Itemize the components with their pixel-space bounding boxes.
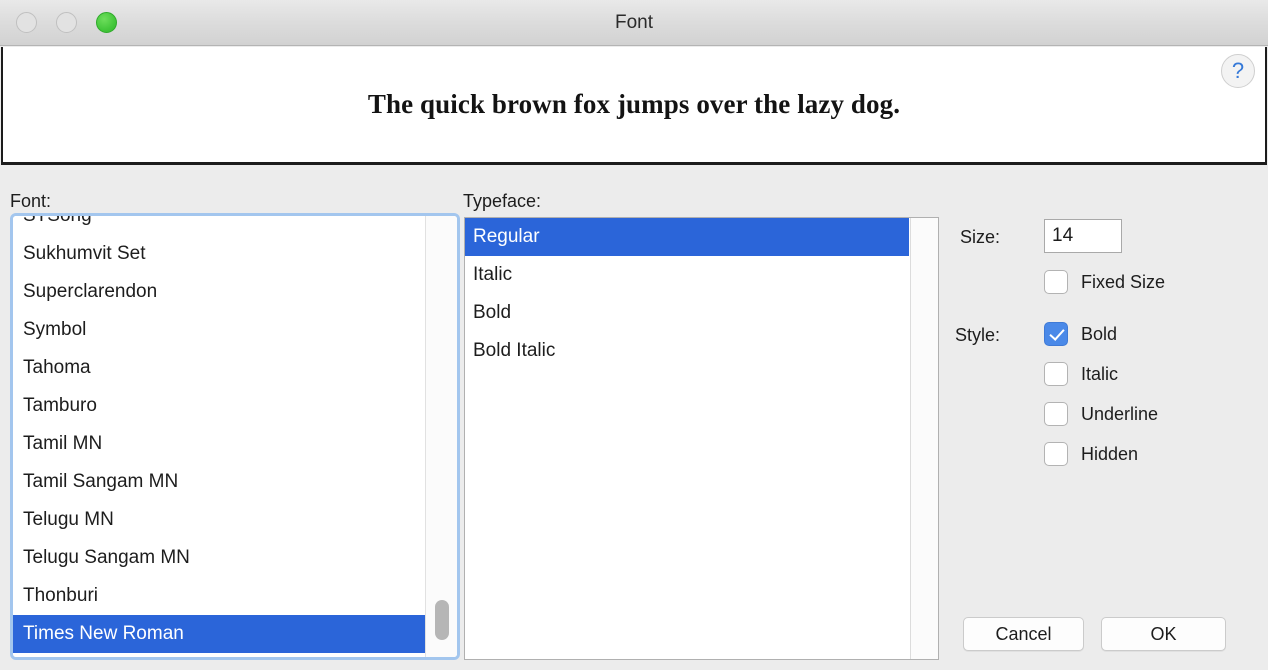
- font-list-item[interactable]: Tamburo: [13, 387, 425, 425]
- typeface-list-items: Regular Italic Bold Bold Italic: [465, 218, 909, 370]
- help-icon[interactable]: ?: [1221, 54, 1255, 88]
- font-list-item[interactable]: STSong: [13, 216, 425, 235]
- cancel-button[interactable]: Cancel: [963, 617, 1084, 651]
- font-list-scrollbar[interactable]: [425, 216, 457, 657]
- font-list-item[interactable]: Tahoma: [13, 349, 425, 387]
- font-dialog-window: Font The quick brown fox jumps over the …: [0, 0, 1268, 670]
- typeface-list-item[interactable]: Bold: [465, 294, 909, 332]
- font-list-item[interactable]: Times New Roman: [13, 615, 425, 653]
- font-list-item[interactable]: Superclarendon: [13, 273, 425, 311]
- typeface-list-scrollbar[interactable]: [910, 218, 938, 659]
- fixed-size-checkbox-row[interactable]: Fixed Size: [1044, 270, 1165, 294]
- typeface-list-label: Typeface:: [463, 191, 542, 211]
- bold-label: Bold: [1081, 323, 1118, 344]
- font-list-label: Font:: [10, 191, 52, 211]
- bold-checkbox[interactable]: [1044, 322, 1068, 346]
- style-italic-row[interactable]: Italic: [1044, 362, 1118, 386]
- hidden-label: Hidden: [1081, 443, 1139, 464]
- style-underline-row[interactable]: Underline: [1044, 402, 1158, 426]
- hidden-checkbox[interactable]: [1044, 442, 1068, 466]
- font-list-viewport: STSongSukhumvit SetSuperclarendonSymbolT…: [13, 216, 457, 657]
- font-list-item[interactable]: Telugu Sangam MN: [13, 539, 425, 577]
- font-list-item[interactable]: Symbol: [13, 311, 425, 349]
- window-title: Font: [614, 12, 654, 33]
- font-list-item[interactable]: Telugu MN: [13, 501, 425, 539]
- typeface-list-item[interactable]: Italic: [465, 256, 909, 294]
- title-bar: Font: [0, 0, 1268, 46]
- font-preview-panel: The quick brown fox jumps over the lazy …: [1, 47, 1267, 165]
- font-list[interactable]: STSongSukhumvit SetSuperclarendonSymbolT…: [10, 213, 460, 660]
- font-list-items: STSongSukhumvit SetSuperclarendonSymbolT…: [13, 216, 425, 653]
- size-label: Size:: [959, 227, 1000, 247]
- typeface-list[interactable]: Regular Italic Bold Bold Italic: [464, 217, 939, 660]
- font-list-scrollbar-thumb[interactable]: [435, 600, 449, 640]
- typeface-list-item[interactable]: Bold Italic: [465, 332, 909, 370]
- italic-label: Italic: [1081, 363, 1119, 384]
- typeface-list-item[interactable]: Regular: [465, 218, 909, 256]
- size-input[interactable]: [1044, 219, 1122, 253]
- font-list-item[interactable]: Thonburi: [13, 577, 425, 615]
- font-list-item[interactable]: Sukhumvit Set: [13, 235, 425, 273]
- fixed-size-label: Fixed Size: [1081, 271, 1166, 292]
- underline-label: Underline: [1081, 403, 1159, 424]
- italic-checkbox[interactable]: [1044, 362, 1068, 386]
- style-hidden-row[interactable]: Hidden: [1044, 442, 1138, 466]
- font-list-item[interactable]: Tamil Sangam MN: [13, 463, 425, 501]
- font-list-item[interactable]: Tamil MN: [13, 425, 425, 463]
- ok-button[interactable]: OK: [1101, 617, 1226, 651]
- underline-checkbox[interactable]: [1044, 402, 1068, 426]
- style-label: Style:: [954, 325, 1000, 345]
- fixed-size-checkbox[interactable]: [1044, 270, 1068, 294]
- preview-sample-text: The quick brown fox jumps over the lazy …: [367, 89, 901, 119]
- style-bold-row[interactable]: Bold: [1044, 322, 1117, 346]
